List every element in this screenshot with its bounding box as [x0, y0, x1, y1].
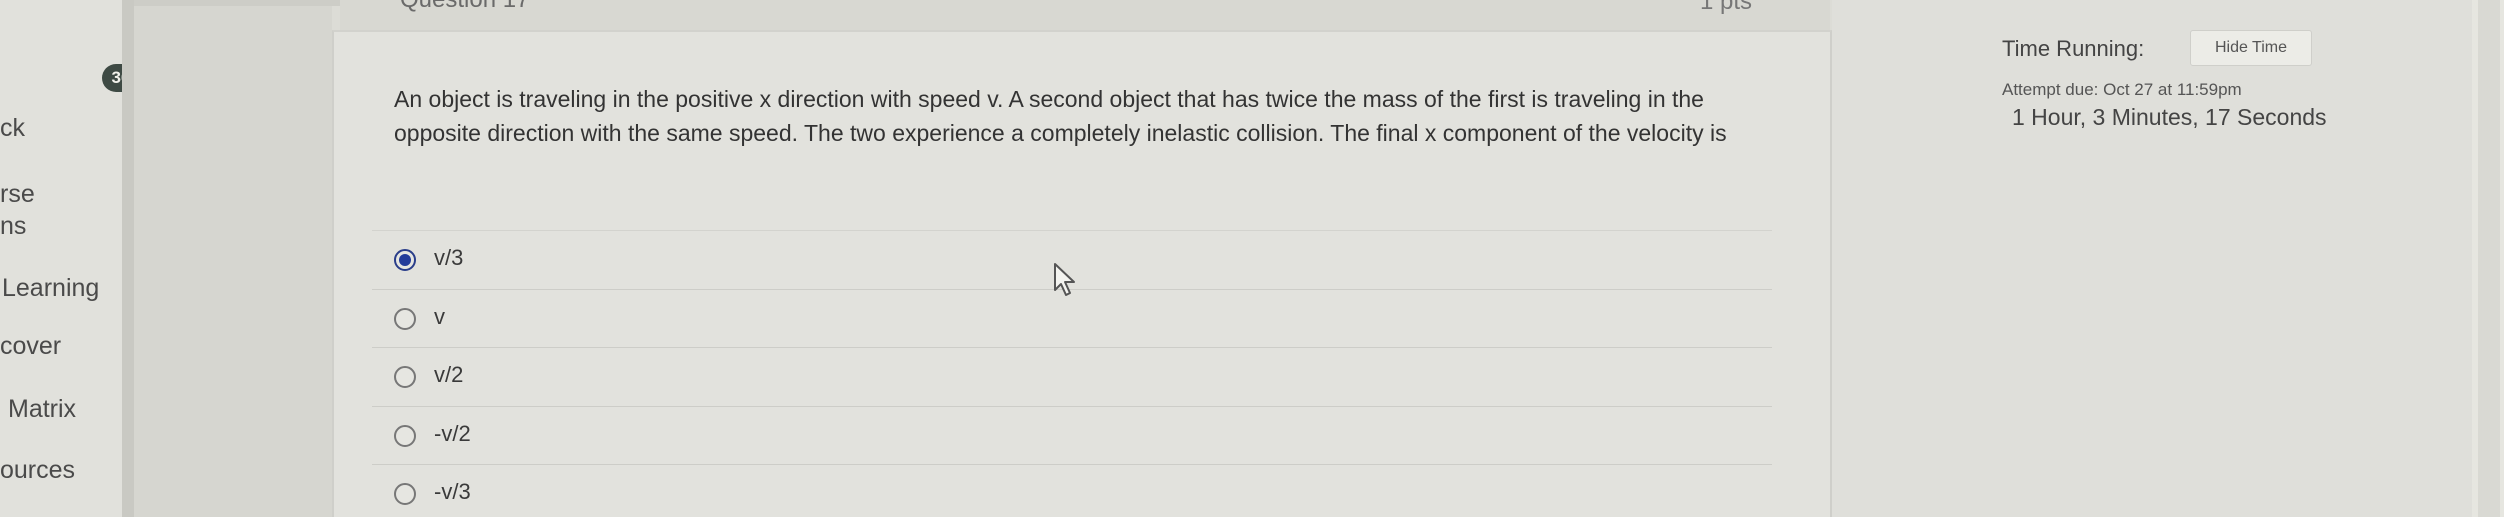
nav-item-learning[interactable]: Learning	[2, 274, 99, 303]
nav-divider	[122, 0, 134, 517]
attempt-due-text: Attempt due: Oct 27 at 11:59pm	[2002, 80, 2242, 99]
question-text: An object is traveling in the positive x…	[394, 86, 1727, 146]
time-running-label: Time Running:	[2002, 36, 2145, 61]
nav-item-3[interactable]: ns	[0, 212, 26, 241]
answer-label: v	[434, 303, 445, 329]
nav-item-cover[interactable]: cover	[0, 332, 61, 361]
radio-selected-icon[interactable]	[394, 249, 416, 271]
radio-empty-icon[interactable]	[394, 483, 416, 505]
nav-item-2[interactable]: rse	[0, 180, 35, 209]
mouse-pointer-icon	[1054, 263, 1075, 296]
answer-label: v/3	[434, 245, 464, 270]
scrollbar[interactable]	[2478, 0, 2500, 517]
question-title: Question 17	[400, 0, 529, 14]
radio-empty-icon[interactable]	[394, 366, 416, 388]
answer-option-3[interactable]: v/2	[372, 347, 1772, 406]
answer-option-5[interactable]: -v/3	[372, 464, 1772, 517]
top-strip	[134, 0, 344, 6]
elapsed-time: 1 Hour, 3 Minutes, 17 Seconds	[2012, 104, 2327, 130]
answer-label: v/2	[434, 362, 464, 387]
answer-label: -v/2	[434, 420, 471, 446]
answer-label: -v/3	[434, 479, 471, 504]
timer-sidebar	[1832, 0, 2472, 517]
nav-item-matrix[interactable]: Matrix	[8, 395, 76, 424]
question-header	[340, 0, 1830, 30]
left-gutter	[134, 0, 332, 517]
nav-item-1[interactable]: ck	[0, 114, 25, 143]
hide-time-button[interactable]: Hide Time	[2190, 30, 2312, 66]
nav-item-resources[interactable]: ources	[0, 456, 75, 485]
answer-option-4[interactable]: -v/2	[372, 405, 1772, 465]
question-points: 1 pts	[1700, 0, 1753, 15]
radio-empty-icon[interactable]	[394, 424, 416, 447]
radio-empty-icon[interactable]	[394, 307, 416, 330]
